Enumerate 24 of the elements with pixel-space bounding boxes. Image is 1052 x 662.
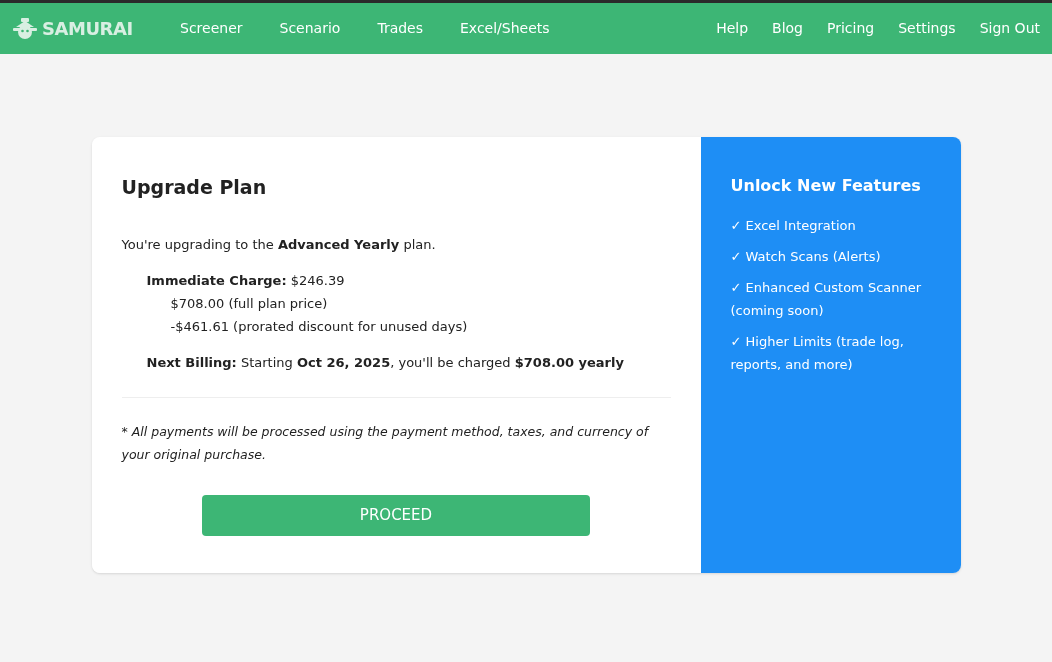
nav-link[interactable]: Screener xyxy=(180,18,243,39)
feature-item: ✓ Excel Integration xyxy=(730,217,857,235)
nav-link[interactable]: Settings xyxy=(898,18,956,39)
feature-item: ✓ Watch Scans (Alerts) xyxy=(730,248,882,266)
nav-link[interactable]: Blog xyxy=(772,18,803,39)
feature-item: ✓ Higher Limits (trade log, reports, and more) xyxy=(730,333,905,374)
nav-link[interactable]: Sign Out xyxy=(979,18,1040,39)
features-title: Unlock New Features xyxy=(730,175,922,197)
intro-text: You're upgrading to the Advanced Yearly plan. xyxy=(121,235,437,254)
proceed-button[interactable]: PROCEED xyxy=(202,495,590,536)
billing-text: Next Billing: Starting Oct 26, 2025, you'll be charged $708.00 yearly xyxy=(146,354,625,372)
nav-link[interactable]: Scenario xyxy=(279,18,341,39)
feature-item: ✓ Enhanced Custom Scanner (coming soon) xyxy=(730,279,923,320)
logo-icon xyxy=(12,17,38,40)
nav-link[interactable]: Trades xyxy=(377,18,423,39)
charge-text: Immediate Charge: $246.39 xyxy=(146,272,346,290)
nav-link[interactable]: Excel/Sheets xyxy=(460,18,550,39)
logo-text[interactable]: SAMURAI xyxy=(42,15,133,42)
note-text: * All payments will be processed using the payment method, taxes, and currency of your original purchase. xyxy=(121,423,651,464)
nav-link[interactable]: Pricing xyxy=(827,18,875,39)
card-title: Upgrade Plan xyxy=(121,175,268,200)
breakdown-line: $708.00 (full plan price) xyxy=(170,295,329,313)
breakdown-line: -$461.61 (prorated discount for unused days) xyxy=(170,318,469,336)
nav-link[interactable]: Help xyxy=(716,18,749,39)
